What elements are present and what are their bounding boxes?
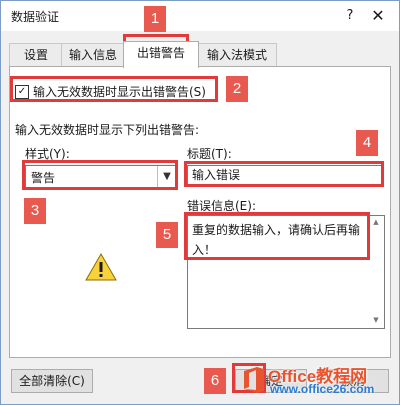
tab-ime-mode[interactable]: 输入法模式	[197, 43, 277, 66]
annotation-number: 6	[204, 368, 226, 394]
annotation-number: 3	[24, 198, 46, 224]
annotation-box-checkbox	[10, 76, 218, 102]
scroll-down-icon[interactable]: ▼	[370, 316, 382, 326]
tab-settings[interactable]: 设置	[9, 43, 63, 66]
annotation-box-message	[184, 212, 370, 260]
scroll-up-icon[interactable]: ▲	[370, 218, 382, 228]
annotation-number: 5	[156, 222, 178, 248]
tab-input-message[interactable]: 输入信息	[61, 43, 125, 66]
office-logo-icon	[244, 367, 264, 393]
alert-group-label: 输入无效数据时显示下列出错警告:	[15, 123, 200, 137]
close-button[interactable]: ✕	[367, 5, 389, 27]
annotation-box-title	[184, 161, 384, 187]
annotation-number: 1	[144, 6, 166, 32]
annotation-number: 4	[356, 130, 378, 156]
annotation-box-style	[22, 160, 178, 190]
warning-icon	[85, 253, 117, 281]
error-title-label: 标题(T):	[187, 147, 232, 161]
office26-watermark-logo: Office教程网 www.office26.com	[238, 360, 400, 405]
help-button[interactable]: ?	[339, 5, 361, 27]
watermark-url: www.office26.com	[270, 382, 375, 396]
title-bar: 数据验证 ? ✕	[1, 1, 399, 31]
clear-all-button[interactable]: 全部清除(C)	[11, 369, 93, 393]
dialog-title: 数据验证	[11, 10, 60, 24]
data-validation-dialog: 数据验证 ? ✕ 设置 输入信息 出错警告 输入法模式 ✓ 输入无效数据时显示出…	[0, 0, 400, 405]
tab-error-alert[interactable]: 出错警告	[123, 41, 199, 68]
annotation-number: 2	[226, 76, 248, 102]
